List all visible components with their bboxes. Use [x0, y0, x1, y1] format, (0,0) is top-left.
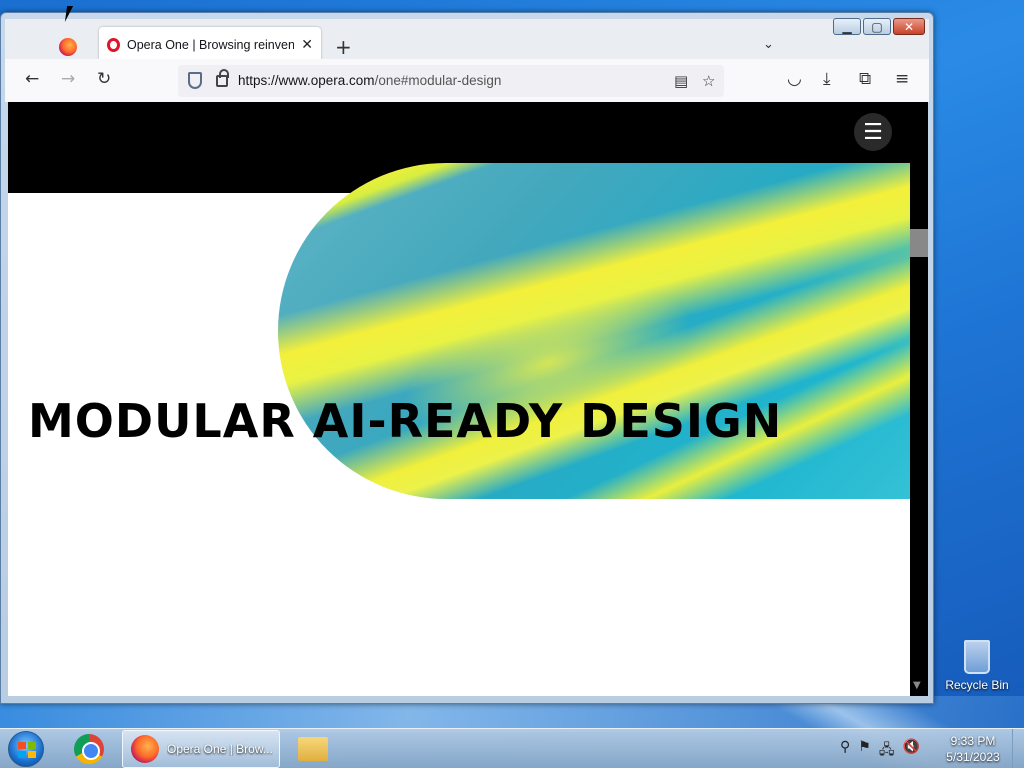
clock-date: 5/31/2023 [946, 750, 1000, 764]
firefox-icon [131, 735, 159, 763]
chrome-taskbar-icon[interactable] [74, 734, 104, 764]
firefox-taskbar-label: Opera One | Brow... [167, 742, 273, 756]
url-bar[interactable]: https://www.opera.com/one#modular-design… [178, 65, 724, 97]
tab-close-icon[interactable]: ✕ [301, 37, 313, 53]
firefox-view-icon[interactable] [59, 38, 77, 56]
tab-bar: Opera One | Browsing reinvente ✕ + ⌄ [5, 19, 929, 63]
maximize-button[interactable]: ▢ [863, 18, 891, 35]
recycle-bin-label: Recycle Bin [945, 678, 1009, 692]
reload-button[interactable]: ↻ [97, 69, 111, 89]
system-clock[interactable]: 9:33 PM 5/31/2023 [938, 733, 1008, 765]
pocket-icon[interactable]: ◡ [787, 69, 802, 89]
navigation-bar: ← → ↻ https://www.opera.com/one#modular-… [5, 59, 929, 102]
file-explorer-icon[interactable] [298, 737, 328, 761]
chevron-down-icon[interactable]: ⌄ [763, 37, 774, 52]
new-tab-icon[interactable]: + [335, 35, 352, 59]
tab-opera-one[interactable]: Opera One | Browsing reinvente ✕ [99, 27, 321, 63]
page-headline: MODULAR AI-READY DESIGN [28, 394, 783, 448]
lock-icon[interactable] [216, 69, 229, 87]
url-host: https://www.opera.com [238, 73, 375, 88]
close-window-button[interactable]: ✕ [893, 18, 925, 35]
app-menu-icon[interactable]: ≡ [895, 69, 909, 89]
scrollbar-thumb[interactable] [910, 229, 928, 257]
reader-view-icon[interactable]: ▤ [674, 72, 688, 90]
download-icon[interactable]: ⤓ [823, 69, 831, 89]
scrollbar-track[interactable] [910, 102, 928, 696]
windows-logo-icon [18, 742, 36, 758]
tab-title: Opera One | Browsing reinvente [127, 38, 295, 52]
hero-image [278, 163, 910, 499]
hamburger-icon[interactable]: ☰ [854, 113, 892, 151]
firefox-taskbar-button[interactable]: Opera One | Brow... [122, 730, 280, 768]
window-controls: ▁ ▢ ✕ [833, 18, 925, 35]
start-button[interactable] [8, 731, 44, 767]
star-icon[interactable]: ☆ [702, 72, 715, 90]
mouse-cursor-icon [64, 6, 80, 22]
recycle-bin[interactable]: Recycle Bin [940, 640, 1014, 692]
flag-icon[interactable]: ⚑ [858, 739, 871, 763]
forward-button[interactable]: → [61, 69, 75, 89]
shield-icon[interactable] [188, 72, 202, 89]
taskbar: Opera One | Brow... ⚲ ⚑ 🖧 🔇 9:33 PM 5/31… [0, 728, 1024, 768]
search-tray-icon[interactable]: ⚲ [840, 739, 850, 763]
opera-favicon-icon [107, 38, 120, 52]
page-viewport: ☰ MODULAR AI-READY DESIGN [8, 102, 910, 696]
url-text[interactable]: https://www.opera.com/one#modular-design [238, 73, 501, 88]
puzzle-icon[interactable]: ⧉ [859, 69, 871, 89]
scroll-down-arrow-icon[interactable]: ▼ [913, 680, 921, 691]
system-tray: ⚲ ⚑ 🖧 🔇 [840, 739, 920, 763]
url-path: /one#modular-design [374, 73, 502, 88]
recycle-bin-icon [964, 640, 990, 674]
network-icon[interactable]: 🖧 [879, 739, 895, 763]
clock-time: 9:33 PM [950, 734, 996, 748]
minimize-button[interactable]: ▁ [833, 18, 861, 35]
volume-muted-icon[interactable]: 🔇 [902, 739, 919, 763]
back-button[interactable]: ← [25, 69, 39, 89]
show-desktop-button[interactable] [1012, 729, 1024, 768]
